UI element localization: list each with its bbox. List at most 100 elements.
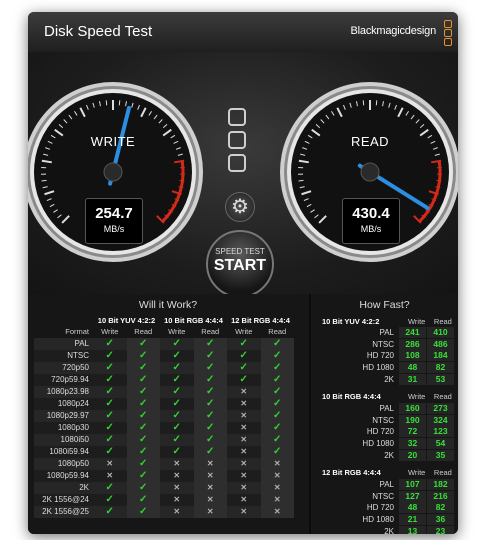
speed-write-value: 13 xyxy=(398,525,426,534)
format-name: PAL xyxy=(379,404,394,414)
format-name: HD 720 xyxy=(366,351,394,361)
speed-read-value: 54 xyxy=(426,438,454,450)
format-name: NTSC xyxy=(372,491,394,501)
check-icon: ✓ xyxy=(139,386,148,397)
check-icon: ✓ xyxy=(105,398,114,409)
window-title: Disk Speed Test xyxy=(44,23,153,40)
table-row: 2K 13 23 xyxy=(314,525,456,534)
check-icon: ✓ xyxy=(172,386,181,397)
how-fast-title: How Fast? xyxy=(359,299,410,311)
table-row: 2K 1556@23.98✓✓✕✕✕✕ xyxy=(34,482,305,504)
write-value: 254.7 xyxy=(95,205,133,222)
speed-subheader: Read xyxy=(433,392,452,402)
x-icon: ✕ xyxy=(206,483,214,492)
check-icon: ✓ xyxy=(105,482,114,493)
x-icon: ✕ xyxy=(240,387,248,396)
format-name: 720p59.94 xyxy=(34,374,93,386)
format-name: HD 1080 xyxy=(362,363,394,373)
check-icon: ✓ xyxy=(105,410,114,421)
x-icon: ✕ xyxy=(273,459,281,468)
table-row: PAL 160 273 xyxy=(314,403,456,415)
format-name: 1080p23.98 xyxy=(34,386,93,398)
gear-icon[interactable]: ⚙ xyxy=(225,192,255,222)
speed-read-value: 36 xyxy=(426,514,454,526)
check-icon: ✓ xyxy=(139,338,148,349)
x-icon: ✕ xyxy=(106,459,114,468)
check-icon: ✓ xyxy=(273,446,282,457)
check-icon: ✓ xyxy=(206,362,215,373)
speed-write-value: 72 xyxy=(398,426,426,438)
read-gauge: READ 430.4 MB/s xyxy=(278,80,458,264)
check-icon: ✓ xyxy=(172,422,181,433)
read-value: 430.4 xyxy=(352,205,390,222)
will-it-work-title: Will it Work? xyxy=(138,299,198,311)
check-icon: ✓ xyxy=(172,374,181,385)
table-row: HD 1080 32 54 xyxy=(314,438,456,450)
check-icon: ✓ xyxy=(139,422,148,433)
check-icon: ✓ xyxy=(273,434,282,445)
gauge-area: WRITE 254.7 MB/s READ 430.4 MB/s ⚙ SPEED… xyxy=(28,52,458,298)
check-icon: ✓ xyxy=(139,410,148,421)
check-icon: ✓ xyxy=(206,410,215,421)
speed-subheader: Read xyxy=(433,316,452,326)
table-row: PAL 107 182 xyxy=(314,479,456,491)
speed-write-value: 107 xyxy=(398,479,426,491)
speed-table: 10 Bit YUV 4:2:2 Write Read PAL 241 410 NTSC 28… xyxy=(314,315,456,534)
format-name: 1080p24 xyxy=(34,398,93,410)
check-icon: ✓ xyxy=(273,386,282,397)
table-row: 1080p23.98 ✓ ✓ ✓ ✓ ✕ ✓ xyxy=(34,386,305,398)
speed-read-value: 53 xyxy=(426,373,454,385)
check-icon: ✓ xyxy=(206,446,215,457)
table-row: HD 1080 48 82 xyxy=(314,362,456,374)
speed-read-value: 273 xyxy=(426,403,454,415)
start-button[interactable]: SPEED TEST START xyxy=(206,230,274,298)
start-button-caption: SPEED TEST xyxy=(215,247,265,256)
brand-name: Blackmagicdesign xyxy=(350,25,437,37)
x-icon: ✕ xyxy=(273,507,281,516)
format-name: 2K 1556@25 xyxy=(34,506,93,518)
speed-write-value: 31 xyxy=(398,373,426,385)
table-row: PAL ✓ ✓ ✓ ✓ ✓ ✓ xyxy=(34,338,305,350)
check-icon: ✓ xyxy=(105,506,114,517)
speed-group-header: 10 Bit YUV 4:2:2 xyxy=(322,316,380,326)
format-name: 1080i50 xyxy=(34,434,93,446)
check-icon: ✓ xyxy=(273,350,282,361)
check-icon: ✓ xyxy=(273,398,282,409)
check-icon: ✓ xyxy=(105,446,114,457)
table-row: 2K 1556@24 ✓ ✓ ✕ ✕ ✕ ✕ xyxy=(34,494,305,506)
format-name: 1080p59.94 xyxy=(34,470,93,482)
x-icon: ✕ xyxy=(173,507,181,516)
format-name: 2K xyxy=(384,374,394,384)
check-icon: ✓ xyxy=(172,338,181,349)
speed-read-value: 182 xyxy=(426,479,454,491)
check-icon: ✓ xyxy=(273,422,282,433)
check-icon: ✓ xyxy=(105,338,114,349)
compat-subheader: Read xyxy=(134,327,153,336)
speed-read-value: 82 xyxy=(426,502,454,514)
format-name: 1080p50 xyxy=(34,458,93,470)
speed-write-value: 21 xyxy=(398,514,426,526)
speed-write-value: 127 xyxy=(398,490,426,502)
speed-write-value: 48 xyxy=(398,502,426,514)
check-icon: ✓ xyxy=(239,374,248,385)
speed-read-value: 23 xyxy=(426,525,454,534)
format-name: 2K 1556@24 xyxy=(34,494,93,506)
check-icon: ✓ xyxy=(105,494,114,505)
x-icon: ✕ xyxy=(240,459,248,468)
x-icon: ✕ xyxy=(273,471,281,480)
table-row: 720p50 ✓ ✓ ✓ ✓ ✓ ✓ xyxy=(34,362,305,374)
check-icon: ✓ xyxy=(239,350,248,361)
compat-subheader: Write xyxy=(235,327,253,336)
format-header: Format xyxy=(65,327,89,336)
x-icon: ✕ xyxy=(240,471,248,480)
stacked-squares-icon[interactable] xyxy=(228,108,248,177)
table-row: 1080p50 ✕ ✓ ✕ ✕ ✕ ✕ xyxy=(34,458,305,470)
write-readout: 254.7 MB/s xyxy=(85,198,143,244)
x-icon: ✕ xyxy=(273,483,281,492)
format-name: 2K 1556@23.98 xyxy=(34,482,93,504)
format-name: 720p50 xyxy=(34,362,93,374)
check-icon: ✓ xyxy=(172,446,181,457)
compat-group-header: 10 Bit RGB 4:4:4 xyxy=(164,316,223,325)
compat-subheader: Read xyxy=(268,327,287,336)
compat-subheader: Write xyxy=(101,327,119,336)
